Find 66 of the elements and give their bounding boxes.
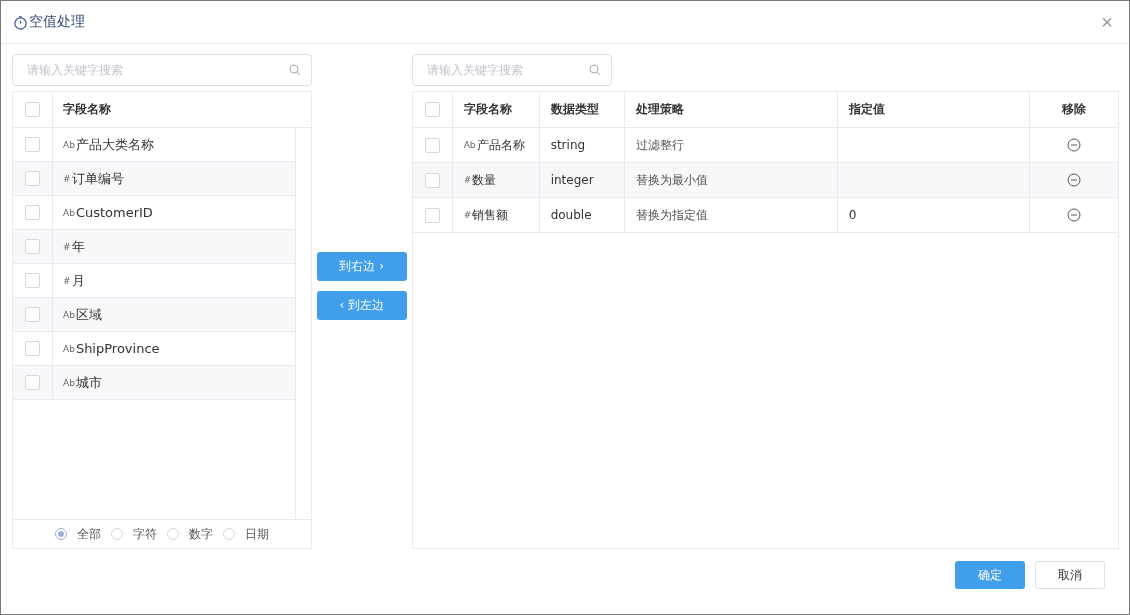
filter-radio[interactable]: 日期 (222, 525, 269, 543)
row-checkbox[interactable] (25, 307, 40, 322)
select-all-checkbox[interactable] (25, 102, 40, 117)
row-checkbox[interactable] (424, 207, 440, 223)
field-row[interactable]: Ab城市 (13, 366, 295, 400)
cancel-button[interactable]: 取消 (1035, 561, 1105, 589)
column-header: 数据类型 (550, 101, 599, 118)
type-icon: Ab (63, 309, 75, 320)
table-cell: double (550, 208, 592, 222)
table-cell: string (550, 138, 586, 152)
row-checkbox[interactable] (25, 341, 40, 356)
table-cell: 替换为指定值 (635, 206, 708, 224)
remove-icon[interactable] (1066, 208, 1081, 222)
field-name: 订单编号 (71, 169, 124, 188)
column-header: 指定值 (848, 101, 885, 118)
remove-icon[interactable] (1066, 138, 1081, 152)
row-checkbox[interactable] (25, 375, 40, 390)
dialog-title: 空值处理 (29, 13, 85, 31)
row-checkbox[interactable] (25, 273, 40, 288)
filter-radio[interactable]: 数字 (166, 525, 213, 543)
row-checkbox[interactable] (25, 205, 40, 220)
field-row[interactable]: Ab区域 (13, 298, 295, 332)
search-icon (588, 64, 601, 76)
column-header: 字段名称 (63, 101, 111, 118)
field-name: CustomerID (75, 205, 153, 220)
search-field[interactable]: 请输入关键字搜索 (411, 54, 612, 86)
type-icon: # (463, 210, 472, 220)
table-cell: integer (550, 173, 594, 187)
type-icon: Ab (63, 343, 75, 354)
field-name: 城市 (75, 373, 102, 392)
type-icon: # (63, 173, 71, 184)
filter-radio[interactable]: 字符 (110, 525, 157, 543)
table-cell: 产品名称 (476, 136, 525, 154)
select-all-checkbox[interactable] (424, 102, 440, 117)
field-name: 产品大类名称 (75, 135, 154, 154)
row-checkbox[interactable] (25, 137, 40, 152)
search-icon (288, 64, 301, 76)
row-checkbox[interactable] (424, 137, 440, 153)
column-header: 处理策略 (635, 101, 684, 118)
type-icon: Ab (63, 377, 75, 388)
column-header: 字段名称 (463, 101, 512, 118)
row-checkbox[interactable] (25, 239, 40, 254)
table-cell: 销售额 (472, 206, 509, 224)
row-checkbox[interactable] (25, 171, 40, 186)
type-icon: Ab (463, 140, 476, 150)
table-cell: 0 (848, 208, 857, 222)
table-cell: 数量 (472, 171, 497, 189)
table-cell: 过滤整行 (635, 136, 684, 154)
column-header: 移除 (1061, 101, 1086, 118)
remove-icon[interactable] (1066, 173, 1081, 187)
search-field[interactable]: 请输入关键字搜索 (12, 54, 312, 86)
field-name: 月 (71, 271, 85, 290)
type-icon: Ab (63, 207, 75, 218)
field-name: 区域 (75, 305, 102, 324)
type-icon: Ab (63, 139, 75, 150)
field-name: ShipProvince (75, 341, 160, 356)
field-name: 年 (71, 237, 85, 256)
table-cell: 替换为最小值 (635, 171, 708, 189)
field-row[interactable]: #年 (13, 230, 295, 264)
type-icon: # (63, 241, 71, 252)
field-row[interactable]: #订单编号 (13, 162, 295, 196)
row-checkbox[interactable] (424, 172, 440, 188)
type-icon: # (63, 275, 71, 286)
filter-radio[interactable]: 全部 (54, 525, 101, 543)
timer-icon (13, 14, 28, 30)
type-icon: # (463, 175, 472, 185)
